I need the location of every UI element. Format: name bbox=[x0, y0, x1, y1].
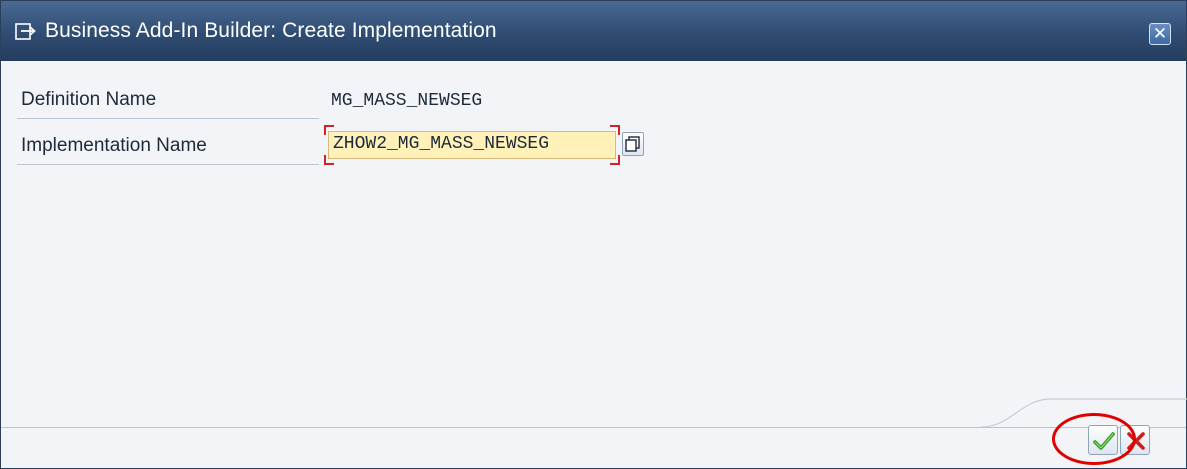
dialog-title: Business Add-In Builder: Create Implemen… bbox=[45, 19, 497, 42]
definition-name-divider bbox=[17, 118, 319, 119]
value-help-button[interactable] bbox=[622, 132, 644, 156]
implementation-name-divider bbox=[17, 164, 319, 165]
definition-name-label: Definition Name bbox=[21, 89, 157, 110]
close-button[interactable]: ✕ bbox=[1149, 23, 1171, 45]
close-icon: ✕ bbox=[1152, 24, 1168, 43]
confirm-button[interactable] bbox=[1088, 425, 1118, 455]
implementation-name-input[interactable]: ZHOW2_MG_MASS_NEWSEG bbox=[328, 131, 616, 159]
dialog-window: Business Add-In Builder: Create Implemen… bbox=[0, 0, 1187, 469]
implementation-name-label: Implementation Name bbox=[21, 135, 207, 156]
cancel-button[interactable] bbox=[1120, 425, 1150, 455]
footer-decoration bbox=[981, 398, 1187, 428]
implementation-name-field-wrapper: ZHOW2_MG_MASS_NEWSEG bbox=[324, 125, 620, 165]
dialog-content bbox=[1, 61, 1186, 427]
title-bar[interactable]: Business Add-In Builder: Create Implemen… bbox=[1, 1, 1186, 61]
dialog-arrow-icon bbox=[15, 22, 37, 42]
definition-name-value: MG_MASS_NEWSEG bbox=[331, 91, 483, 111]
